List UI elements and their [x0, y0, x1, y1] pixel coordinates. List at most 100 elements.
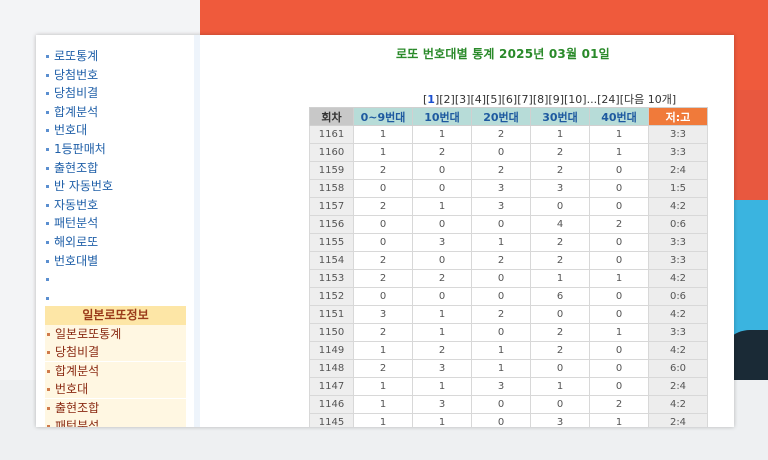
sidebar-jp-item-label: 패턴분석: [55, 419, 100, 427]
page-link[interactable]: 3: [459, 93, 466, 106]
sidebar-jp-item[interactable]: 출현조합: [45, 398, 186, 417]
count-cell: 1: [471, 233, 531, 252]
page-link[interactable]: 1: [427, 93, 435, 106]
page-link[interactable]: 5: [490, 93, 497, 106]
sidebar-item[interactable]: 당첨비결: [46, 84, 98, 102]
count-cell: 1: [412, 125, 472, 144]
count-cell: 2: [471, 125, 531, 144]
page-link[interactable]: 4: [475, 93, 482, 106]
count-cell: 2: [353, 323, 413, 342]
sidebar-item[interactable]: 패턴분석: [46, 214, 98, 232]
ratio-cell: 4:2: [648, 269, 708, 288]
sidebar-item[interactable]: 번호대: [46, 121, 87, 139]
bullet-icon: [46, 185, 49, 189]
sidebar-item-label: 자동번호: [54, 197, 99, 212]
bullet-icon: [47, 369, 50, 373]
bullet-icon: [46, 129, 49, 133]
sidebar-item[interactable]: 번호대별: [46, 252, 98, 270]
header-range-0: 0~9번대: [353, 107, 413, 126]
sidebar-item[interactable]: [46, 289, 54, 307]
count-cell: 3: [530, 179, 590, 198]
sidebar-jp-item[interactable]: 패턴분석: [45, 417, 186, 427]
page-link-last[interactable]: 24: [601, 93, 615, 106]
round-cell: 1153: [309, 269, 354, 288]
page-link[interactable]: 2: [444, 93, 451, 106]
next-pages-link[interactable]: 다음 10개: [624, 93, 672, 106]
table-row: 1145 1 1 0 3 1 2:4: [309, 413, 708, 427]
count-cell: 0: [589, 161, 649, 180]
page-link[interactable]: 6: [506, 93, 513, 106]
count-cell: 2: [353, 251, 413, 270]
count-cell: 1: [353, 125, 413, 144]
page-link[interactable]: 8: [537, 93, 544, 106]
sidebar-item[interactable]: 로또통계: [46, 47, 98, 65]
bullet-icon: [46, 259, 49, 263]
count-cell: 1: [412, 305, 472, 324]
count-cell: 1: [412, 323, 472, 342]
count-cell: 0: [412, 161, 472, 180]
count-cell: 0: [589, 197, 649, 216]
count-cell: 3: [412, 359, 472, 378]
ratio-cell: 3:3: [648, 251, 708, 270]
bullet-icon: [47, 333, 50, 336]
count-cell: 0: [471, 395, 531, 414]
count-cell: 0: [471, 413, 531, 427]
count-cell: 1: [353, 395, 413, 414]
round-cell: 1146: [309, 395, 354, 414]
count-cell: 1: [353, 377, 413, 396]
count-cell: 0: [412, 215, 472, 234]
sidebar-jp-item[interactable]: 당첨비결: [45, 343, 186, 362]
count-cell: 3: [412, 395, 472, 414]
sidebar-item-label: 번호대: [54, 123, 88, 138]
count-cell: 2: [589, 395, 649, 414]
ratio-cell: 4:2: [648, 305, 708, 324]
sidebar-jp-item[interactable]: 합계분석: [45, 361, 186, 380]
sidebar-jp-item[interactable]: 번호대: [45, 380, 186, 399]
sidebar-item[interactable]: 출현조합: [46, 159, 98, 177]
round-cell: 1154: [309, 251, 354, 270]
sidebar-item[interactable]: 1등판매처: [46, 140, 106, 158]
count-cell: 2: [412, 143, 472, 162]
count-cell: 0: [412, 179, 472, 198]
count-cell: 1: [589, 125, 649, 144]
table-row: 1156 0 0 0 4 2 0:6: [309, 215, 708, 234]
table-row: 1159 2 0 2 2 0 2:4: [309, 161, 708, 180]
round-cell: 1152: [309, 287, 354, 306]
sidebar-item[interactable]: 당첨번호: [46, 66, 98, 84]
sidebar-item[interactable]: 합계분석: [46, 103, 98, 121]
sidebar: 일본로또정보 로또통계 당첨번호 당첨비결 합계분석 번호대 1등판매처 출현조합 반 자동번…: [36, 35, 200, 427]
table-row: 1150 2 1 0 2 1 3:3: [309, 323, 708, 342]
sidebar-item[interactable]: 해외로또: [46, 233, 98, 251]
count-cell: 2: [471, 161, 531, 180]
ratio-cell: 0:6: [648, 287, 708, 306]
count-cell: 2: [412, 341, 472, 360]
header-range-10: 10번대: [412, 107, 472, 126]
page-link[interactable]: 10: [568, 93, 582, 106]
sidebar-item[interactable]: 자동번호: [46, 196, 98, 214]
count-cell: 0: [353, 233, 413, 252]
count-cell: 2: [530, 161, 590, 180]
bullet-icon: [46, 92, 49, 96]
count-cell: 0: [589, 179, 649, 198]
sidebar-item[interactable]: 반 자동번호: [46, 177, 113, 195]
round-cell: 1147: [309, 377, 354, 396]
sidebar-jp-item[interactable]: 일본로또통계: [45, 325, 186, 343]
count-cell: 1: [471, 341, 531, 360]
sidebar-item[interactable]: [46, 270, 54, 288]
table-row: 1148 2 3 1 0 0 6:0: [309, 359, 708, 378]
page-link[interactable]: 7: [522, 93, 529, 106]
count-cell: 0: [353, 215, 413, 234]
sidebar-item-label: 출현조합: [54, 160, 99, 175]
table-row: 1151 3 1 2 0 0 4:2: [309, 305, 708, 324]
count-cell: 0: [412, 251, 472, 270]
count-cell: 2: [530, 143, 590, 162]
table-row: 1155 0 3 1 2 0 3:3: [309, 233, 708, 252]
count-cell: 2: [353, 359, 413, 378]
table-row: 1157 2 1 3 0 0 4:2: [309, 197, 708, 216]
header-range-30: 30번대: [530, 107, 590, 126]
table-row: 1160 1 2 0 2 1 3:3: [309, 143, 708, 162]
sidebar-jp-item-label: 번호대: [55, 382, 89, 397]
page-link[interactable]: 9: [553, 93, 560, 106]
count-cell: 6: [530, 287, 590, 306]
sidebar-item-label: 반 자동번호: [54, 179, 114, 194]
